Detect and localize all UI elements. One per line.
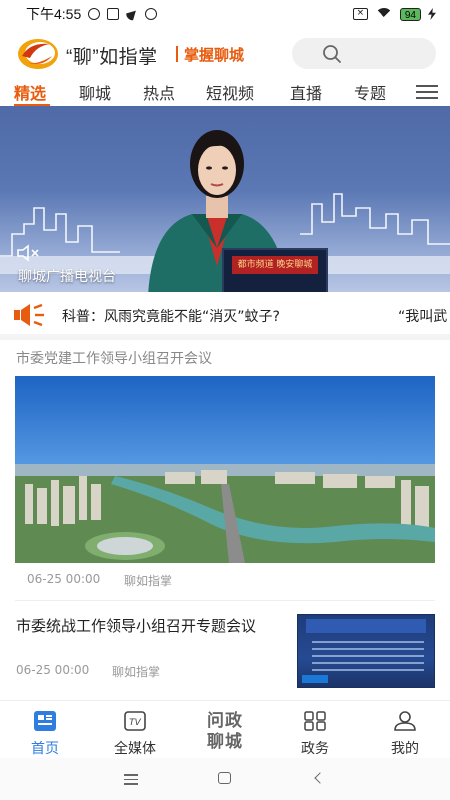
notification-icon bbox=[88, 8, 101, 20]
tab-liaocheng[interactable]: 聊城 bbox=[79, 80, 111, 104]
svg-text:TV: TV bbox=[129, 718, 141, 728]
article-thumbnail[interactable] bbox=[297, 614, 435, 688]
nav-government-label: 政务 bbox=[301, 741, 329, 757]
article-date: 06-25 00:00 bbox=[27, 572, 101, 586]
wifi-icon bbox=[374, 8, 393, 20]
article-title[interactable]: 市委党建工作领导小组召开会议 bbox=[16, 348, 212, 368]
home-icon[interactable] bbox=[218, 772, 231, 784]
aerial-city-photo bbox=[15, 376, 435, 563]
nav-home[interactable]: 首页 bbox=[0, 701, 90, 759]
system-navigation-bar bbox=[0, 758, 450, 800]
article-source: 聊如指掌 bbox=[124, 574, 173, 588]
charging-icon bbox=[428, 8, 436, 20]
brand-divider bbox=[176, 46, 178, 62]
sim-icon: × bbox=[352, 8, 368, 20]
speaker-icon bbox=[14, 304, 44, 326]
nav-home-label: 首页 bbox=[31, 741, 59, 757]
app-slogan: 掌握聊城 bbox=[184, 46, 245, 64]
studio-screen-title: 都市频道 晚安聊城 bbox=[232, 256, 318, 274]
search-icon bbox=[323, 45, 341, 63]
bottom-navigation: 首页 TV 全媒体 问政 聊城 政务 我的 bbox=[0, 700, 450, 758]
nav-all-media-label: 全媒体 bbox=[114, 741, 156, 757]
ticker-headline[interactable]: 科普：风雨究竟能不能“消灭”蚊子? bbox=[62, 306, 280, 326]
back-icon[interactable] bbox=[314, 772, 326, 784]
tab-featured[interactable]: 精选 bbox=[14, 80, 46, 104]
notification-icon-2 bbox=[145, 8, 158, 20]
article-source: 聊如指掌 bbox=[112, 665, 161, 679]
nav-mine[interactable]: 我的 bbox=[360, 701, 450, 759]
app-notification-icon bbox=[107, 8, 120, 20]
tab-topics[interactable]: 专题 bbox=[354, 80, 386, 104]
nav-center-line1: 问政 bbox=[207, 711, 243, 731]
search-bar[interactable] bbox=[292, 38, 436, 69]
article-image-aerial-city[interactable] bbox=[15, 376, 435, 563]
home-news-icon bbox=[34, 711, 56, 731]
app-brand-name: “聊”如指掌 bbox=[66, 47, 158, 68]
studio-screen: 都市频道 晚安聊城 bbox=[222, 248, 328, 292]
user-icon bbox=[394, 711, 416, 731]
app-logo bbox=[18, 39, 58, 69]
tab-live[interactable]: 直播 bbox=[290, 80, 322, 104]
nav-all-media[interactable]: TV 全媒体 bbox=[90, 701, 180, 759]
hero-caption: 聊城广播电视台 bbox=[18, 269, 116, 285]
status-bar: 下午4:55 × 94 bbox=[0, 0, 450, 28]
article-date: 06-25 00:00 bbox=[16, 663, 90, 677]
battery-icon: 94 bbox=[399, 7, 421, 21]
recent-apps-icon[interactable] bbox=[124, 774, 138, 788]
tab-short-video[interactable]: 短视频 bbox=[206, 80, 254, 104]
article-divider bbox=[15, 600, 435, 601]
news-ticker[interactable]: 科普：风雨究竟能不能“消灭”蚊子? “我叫武 bbox=[0, 292, 450, 340]
tv-icon: TV bbox=[124, 711, 146, 731]
app-header: “聊”如指掌 掌握聊城 bbox=[0, 28, 450, 78]
grid-icon bbox=[304, 711, 326, 731]
nav-mine-label: 我的 bbox=[391, 741, 419, 757]
article-title[interactable]: 市委统战工作领导小组召开专题会议 bbox=[16, 616, 282, 637]
category-tabs: 精选 聊城 热点 短视频 直播 专题 bbox=[0, 78, 450, 107]
nav-government[interactable]: 政务 bbox=[270, 701, 360, 759]
tabs-menu-icon[interactable] bbox=[416, 85, 438, 99]
tab-hot[interactable]: 热点 bbox=[143, 80, 175, 104]
location-icon bbox=[124, 5, 141, 23]
nav-wenzheng-liaocheng[interactable]: 问政 聊城 bbox=[180, 711, 270, 753]
ticker-headline-next[interactable]: “我叫武 bbox=[398, 306, 447, 326]
status-time: 下午4:55 bbox=[26, 6, 82, 22]
hero-live-banner[interactable]: 都市频道 晚安聊城 聊城广播电视台 bbox=[0, 106, 450, 292]
nav-center-line2: 聊城 bbox=[207, 732, 243, 752]
mute-icon[interactable] bbox=[16, 244, 40, 262]
